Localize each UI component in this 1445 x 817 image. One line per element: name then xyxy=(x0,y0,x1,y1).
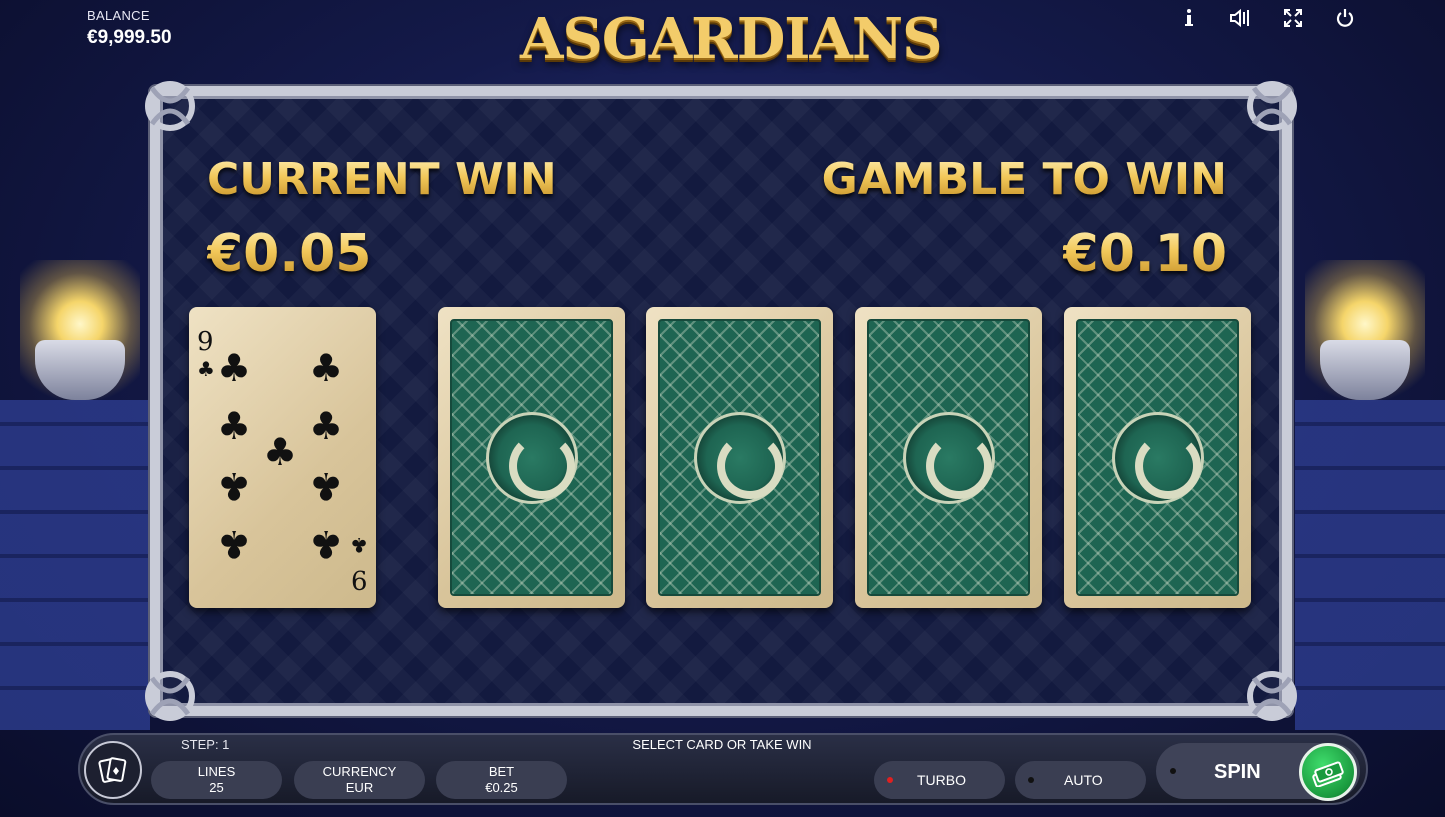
card-suit: ♣ xyxy=(197,357,215,381)
auto-toggle[interactable]: AUTO xyxy=(1015,761,1146,799)
spin-indicator-dot xyxy=(1170,768,1176,774)
gamble-to-win-value: €0.10 xyxy=(1062,224,1227,284)
dealer-card: 9 ♣ ♣ ♣ ♣ ♣ ♣ ♣ ♣ ♣ ♣ ♣ 9 xyxy=(189,307,376,608)
turbo-indicator-dot xyxy=(887,777,893,783)
game-logo: ASGARDIANS xyxy=(520,6,943,72)
info-icon[interactable] xyxy=(1177,6,1201,30)
top-toolbar xyxy=(1177,6,1357,30)
spin-label: SPIN xyxy=(1214,761,1261,783)
card-emblem-icon xyxy=(485,411,578,504)
celtic-knot-icon xyxy=(1247,671,1297,721)
current-win-label: CURRENT WIN xyxy=(207,154,557,205)
club-pip-icon: ♣ xyxy=(309,464,344,508)
celtic-knot-icon xyxy=(145,81,195,131)
balance: BALANCE €9,999.50 xyxy=(87,8,172,49)
card-emblem-icon xyxy=(693,411,786,504)
auto-indicator-dot xyxy=(1028,777,1034,783)
club-pip-icon: ♣ xyxy=(217,404,252,448)
club-pip-icon: ♣ xyxy=(309,346,344,390)
gamble-to-win-label: GAMBLE TO WIN xyxy=(821,154,1227,205)
face-down-card-2[interactable] xyxy=(646,307,833,608)
card-suit: ♣ xyxy=(350,533,368,557)
celtic-knot-icon xyxy=(1247,81,1297,131)
card-emblem-icon xyxy=(902,411,995,504)
card-rank: 9 xyxy=(351,564,368,594)
turbo-label: TURBO xyxy=(917,772,966,788)
gamble-frame: CURRENT WIN €0.05 GAMBLE TO WIN €0.10 9 … xyxy=(145,81,1297,721)
currency-value: EUR xyxy=(345,780,374,795)
fullscreen-icon[interactable] xyxy=(1281,6,1305,30)
club-pip-icon: ♣ xyxy=(263,430,298,474)
bet-selector[interactable]: BET €0.25 xyxy=(436,761,567,799)
balance-value: €9,999.50 xyxy=(87,27,172,48)
face-down-card-1[interactable] xyxy=(438,307,625,608)
celtic-knot-icon xyxy=(145,671,195,721)
face-down-card-4[interactable] xyxy=(1064,307,1251,608)
auto-label: AUTO xyxy=(1064,772,1103,788)
club-pip-icon: ♣ xyxy=(217,346,252,390)
power-icon[interactable] xyxy=(1333,6,1357,30)
take-win-button[interactable] xyxy=(1299,743,1357,801)
turbo-toggle[interactable]: TURBO xyxy=(874,761,1005,799)
card-rank: 9 xyxy=(197,327,214,357)
stone-wall-right xyxy=(1295,400,1445,730)
balance-label: BALANCE xyxy=(87,8,150,23)
card-emblem-icon xyxy=(1111,411,1204,504)
bet-value: €0.25 xyxy=(485,780,518,795)
club-pip-icon: ♣ xyxy=(217,464,252,508)
status-message: SELECT CARD OR TAKE WIN xyxy=(632,737,812,752)
lines-label: LINES xyxy=(197,764,236,779)
lines-value: 25 xyxy=(209,780,224,795)
bet-label: BET xyxy=(488,764,515,779)
current-win-value: €0.05 xyxy=(207,224,372,284)
money-stack-icon xyxy=(1312,761,1344,787)
stone-wall-left xyxy=(0,400,150,730)
club-pip-icon: ♣ xyxy=(309,404,344,448)
club-pip-icon: ♣ xyxy=(309,522,344,566)
gamble-step: STEP: 1 xyxy=(181,737,230,752)
currency-selector[interactable]: CURRENCY EUR xyxy=(294,761,425,799)
currency-label: CURRENCY xyxy=(322,764,397,779)
club-pip-icon: ♣ xyxy=(217,522,252,566)
sound-icon[interactable] xyxy=(1229,6,1253,30)
gamble-cards-button[interactable] xyxy=(84,741,142,799)
cards-icon xyxy=(98,757,127,783)
face-down-card-3[interactable] xyxy=(855,307,1042,608)
lines-selector[interactable]: LINES 25 xyxy=(151,761,282,799)
